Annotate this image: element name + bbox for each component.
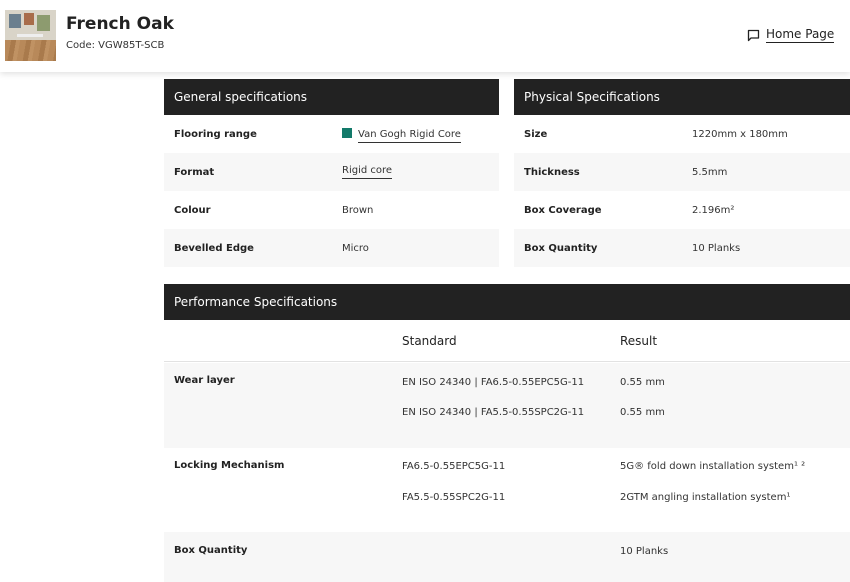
performance-label: Wear layer: [174, 375, 235, 386]
thumbnail-art: [24, 13, 34, 25]
product-thumbnail[interactable]: [5, 10, 56, 61]
general-specs-heading: General specifications: [164, 79, 499, 115]
spec-label: Colour: [174, 204, 211, 216]
thumbnail-table: [17, 34, 43, 37]
spec-row-box-quantity: Box Quantity 10 Planks: [514, 229, 850, 267]
performance-label: Box Quantity: [174, 545, 248, 556]
comment-icon: [747, 29, 760, 41]
spec-label: Flooring range: [174, 128, 257, 140]
spec-row-box-coverage: Box Coverage 2.196m²: [514, 191, 850, 229]
flooring-range-link[interactable]: Van Gogh Rigid Core: [342, 128, 461, 143]
spec-row-colour: Colour Brown: [164, 191, 499, 229]
spec-label: Bevelled Edge: [174, 242, 254, 254]
home-page-link[interactable]: Home Page: [747, 27, 835, 43]
performance-result: 5G® fold down installation system¹ ²: [620, 461, 806, 472]
performance-row-wear-layer: Wear layer EN ISO 24340 | FA6.5-0.55EPC5…: [164, 363, 850, 448]
spec-value: 2.196m²: [692, 204, 735, 216]
thumbnail-floor: [5, 40, 56, 61]
performance-standard: FA5.5-0.55SPC2G-11: [402, 492, 506, 503]
product-title: French Oak: [66, 14, 174, 34]
performance-result: 2GTM angling installation system¹: [620, 492, 791, 503]
spec-value: 10 Planks: [692, 242, 741, 254]
colour-swatch-icon: [342, 128, 352, 138]
format-link[interactable]: Rigid core: [342, 165, 393, 179]
column-header-result: Result: [620, 334, 658, 348]
spec-label: Format: [174, 166, 215, 178]
spec-value: Micro: [342, 242, 369, 254]
performance-column-headers: Standard Result: [164, 320, 850, 362]
spec-value: 1220mm x 180mm: [692, 128, 788, 140]
product-header: French Oak Code: VGW85T-SCB Home Page: [0, 0, 850, 72]
thumbnail-art: [37, 15, 50, 31]
performance-standard: FA6.5-0.55EPC5G-11: [402, 461, 506, 472]
thumbnail-art: [9, 14, 21, 28]
performance-label: Locking Mechanism: [174, 460, 285, 471]
spec-row-flooring-range: Flooring range Van Gogh Rigid Core: [164, 115, 499, 153]
spec-value: Brown: [342, 204, 374, 216]
spec-label: Size: [524, 128, 548, 140]
performance-standard: EN ISO 24340 | FA5.5-0.55SPC2G-11: [402, 407, 585, 418]
spec-label: Thickness: [524, 166, 580, 178]
spec-row-thickness: Thickness 5.5mm: [514, 153, 850, 191]
performance-specs-heading: Performance Specifications: [164, 284, 850, 320]
performance-row-locking-mechanism: Locking Mechanism FA6.5-0.55EPC5G-11 5G®…: [164, 448, 850, 532]
spec-value: 5.5mm: [692, 166, 728, 178]
performance-standard: EN ISO 24340 | FA6.5-0.55EPC5G-11: [402, 377, 585, 388]
performance-row-box-quantity: Box Quantity 10 Planks: [164, 532, 850, 582]
physical-specs-heading: Physical Specifications: [514, 79, 850, 115]
column-header-standard: Standard: [402, 334, 457, 348]
product-code: Code: VGW85T-SCB: [66, 40, 165, 51]
spec-label: Box Quantity: [524, 242, 598, 254]
performance-result: 0.55 mm: [620, 407, 665, 418]
performance-result: 0.55 mm: [620, 377, 665, 388]
performance-result: 10 Planks: [620, 546, 669, 557]
spec-row-format: Format Rigid core: [164, 153, 499, 191]
spec-row-size: Size 1220mm x 180mm: [514, 115, 850, 153]
flooring-range-value: Van Gogh Rigid Core: [358, 129, 461, 143]
spec-row-bevelled-edge: Bevelled Edge Micro: [164, 229, 499, 267]
spec-label: Box Coverage: [524, 204, 602, 216]
home-page-label: Home Page: [766, 27, 835, 43]
